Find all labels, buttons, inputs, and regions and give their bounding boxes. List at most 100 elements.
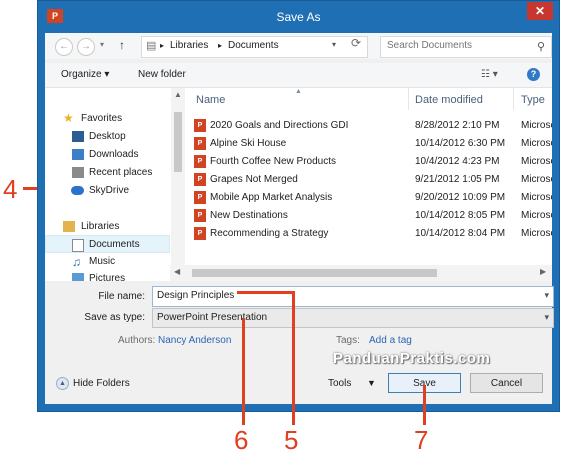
nav-item-favorites[interactable]: ★ Favorites (45, 110, 170, 128)
nav-scroll-thumb[interactable] (174, 112, 182, 172)
navigation-row: ← → ▾ ↑ ▤ ▸ Libraries ▸ Documents ▾ ⟳ ⚲ (45, 33, 552, 59)
desktop-icon (72, 131, 84, 142)
organize-button[interactable]: Organize ▾ (61, 69, 109, 80)
nav-item-documents[interactable]: Documents (45, 235, 170, 253)
address-dropdown-icon[interactable]: ▾ (332, 40, 336, 49)
nav-item-recent-places[interactable]: Recent places (45, 164, 170, 182)
nav-item-libraries[interactable]: Libraries (45, 218, 170, 236)
nav-item-label: Pictures (89, 273, 126, 281)
navigation-pane: ★ Favorites Desktop Downloads Recent pla… (45, 88, 170, 281)
nav-item-label: Favorites (81, 113, 123, 124)
callout-5-line (237, 291, 295, 294)
search-box[interactable]: ⚲ (380, 36, 552, 58)
powerpoint-file-icon: P (194, 191, 206, 204)
authors-value[interactable]: Nancy Anderson (158, 335, 231, 346)
tags-value[interactable]: Add a tag (369, 335, 412, 346)
content-area: ★ Favorites Desktop Downloads Recent pla… (45, 88, 552, 281)
powerpoint-file-icon: P (194, 227, 206, 240)
file-type: Microsoft (521, 210, 552, 221)
documents-icon (72, 239, 84, 252)
help-icon[interactable]: ? (527, 68, 540, 81)
horizontal-scroll-thumb[interactable] (192, 269, 437, 277)
file-type: Microsoft (521, 192, 552, 203)
file-list: ▲ Name Date modified Type P 2020 Goals a… (187, 88, 552, 281)
close-button[interactable]: ✕ (527, 2, 553, 20)
file-row[interactable]: P 2020 Goals and Directions GDI 8/28/201… (187, 117, 552, 135)
file-date: 10/4/2012 4:23 PM (415, 156, 500, 167)
column-header-date[interactable]: Date modified (415, 94, 483, 106)
file-row[interactable]: P Alpine Ski House 10/14/2012 6:30 PM Mi… (187, 135, 552, 153)
file-date: 10/14/2012 6:30 PM (415, 138, 506, 149)
music-icon: ♫ (72, 255, 81, 269)
file-name: Recommending a Strategy (210, 228, 329, 239)
save-as-type-label: Save as type: (84, 312, 145, 323)
file-type: Microsoft (521, 228, 552, 239)
powerpoint-file-icon: P (194, 137, 206, 150)
refresh-button[interactable]: ⟳ (351, 36, 361, 50)
file-name: 2020 Goals and Directions GDI (210, 120, 349, 131)
callout-5: 5 (284, 425, 299, 455)
file-date: 8/28/2012 2:10 PM (415, 120, 500, 131)
file-row[interactable]: P New Destinations 10/14/2012 8:05 PM Mi… (187, 207, 552, 225)
cancel-button[interactable]: Cancel (470, 373, 543, 393)
file-name: New Destinations (210, 210, 288, 221)
chevron-down-icon[interactable]: ▾ (544, 290, 549, 301)
file-date: 10/14/2012 8:04 PM (415, 228, 506, 239)
file-row[interactable]: P Fourth Coffee New Products 10/4/2012 4… (187, 153, 552, 171)
powerpoint-file-icon: P (194, 173, 206, 186)
search-icon[interactable]: ⚲ (537, 40, 545, 53)
nav-item-skydrive[interactable]: SkyDrive (45, 182, 170, 200)
callout-6: 6 (234, 425, 249, 455)
recent-locations-chevron-icon[interactable]: ▾ (100, 40, 104, 49)
nav-item-pictures[interactable]: Pictures (45, 270, 170, 281)
file-name: Alpine Ski House (210, 138, 287, 149)
authors-label: Authors: (118, 335, 156, 346)
file-name-input[interactable] (157, 290, 527, 301)
horizontal-scrollbar[interactable]: ◀ ▶ (170, 265, 552, 281)
save-as-type-select[interactable]: PowerPoint Presentation ▾ (152, 308, 554, 328)
address-bar[interactable]: ▤ ▸ Libraries ▸ Documents ▾ (141, 36, 368, 58)
hide-folders-icon[interactable]: ▲ (56, 377, 69, 390)
address-part-libraries[interactable]: Libraries (170, 40, 208, 51)
libraries-icon (63, 221, 75, 232)
powerpoint-file-icon: P (194, 119, 206, 132)
back-button[interactable]: ← (55, 38, 73, 56)
file-name: Mobile App Market Analysis (210, 192, 333, 203)
file-row[interactable]: P Mobile App Market Analysis 9/20/2012 1… (187, 189, 552, 207)
callout-6-line (242, 318, 245, 425)
file-name-field[interactable]: ▾ (152, 286, 554, 307)
powerpoint-file-icon: P (194, 155, 206, 168)
nav-item-downloads[interactable]: Downloads (45, 146, 170, 164)
nav-item-music[interactable]: ♫ Music (45, 253, 170, 271)
file-name: Grapes Not Merged (210, 174, 298, 185)
chevron-down-icon[interactable]: ▾ (544, 312, 549, 323)
nav-item-label: Recent places (89, 167, 153, 178)
tools-dropdown-icon[interactable]: ▼ (367, 378, 376, 388)
view-options-icon[interactable]: ☷ ▾ (481, 69, 498, 80)
forward-button[interactable]: → (77, 38, 95, 56)
scroll-right-icon[interactable]: ▶ (540, 267, 546, 276)
recent-places-icon (72, 167, 84, 178)
file-row[interactable]: P Grapes Not Merged 9/21/2012 1:05 PM Mi… (187, 171, 552, 189)
nav-pane-scrollbar[interactable]: ▲ ▼ (171, 88, 185, 281)
nav-item-desktop[interactable]: Desktop (45, 128, 170, 146)
nav-item-label: Documents (89, 239, 140, 250)
up-button[interactable]: ↑ (119, 38, 125, 52)
tags-label: Tags: (336, 335, 360, 346)
search-input[interactable] (387, 40, 527, 51)
star-icon: ★ (63, 111, 74, 125)
column-header-type[interactable]: Type (521, 94, 545, 106)
file-type: Microsoft (521, 120, 552, 131)
save-as-type-value: PowerPoint Presentation (157, 312, 268, 323)
tools-button[interactable]: Tools (328, 378, 351, 389)
file-row[interactable]: P Recommending a Strategy 10/14/2012 8:0… (187, 225, 552, 243)
address-part-documents[interactable]: Documents (228, 40, 279, 51)
downloads-icon (72, 149, 84, 160)
scroll-left-icon[interactable]: ◀ (174, 267, 180, 276)
column-divider (513, 88, 514, 110)
hide-folders-button[interactable]: Hide Folders (73, 378, 130, 389)
dialog-client: ← → ▾ ↑ ▤ ▸ Libraries ▸ Documents ▾ ⟳ ⚲ … (45, 33, 554, 404)
new-folder-button[interactable]: New folder (138, 69, 186, 80)
scroll-up-icon[interactable]: ▲ (174, 90, 182, 99)
column-header-name[interactable]: Name (196, 94, 225, 106)
